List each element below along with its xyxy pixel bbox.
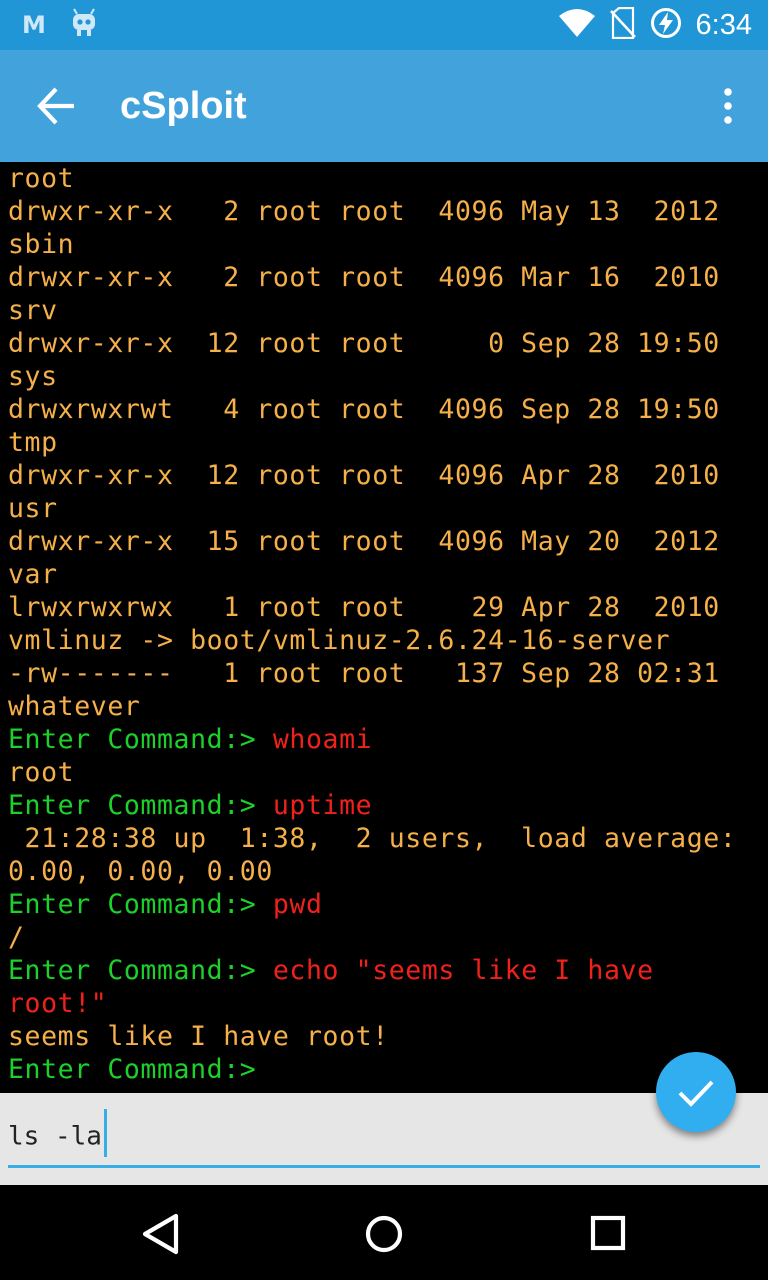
command-input-bar: ls -la — [0, 1093, 768, 1185]
command-output: sbin — [8, 229, 75, 260]
terminal-line: lrwxrwxrwx 1 root root 29 Apr 28 2010 — [8, 591, 768, 624]
terminal-line: root — [8, 756, 768, 789]
terminal-line: Enter Command:> pwd — [8, 888, 768, 921]
terminal-line: sys — [8, 360, 768, 393]
terminal-line: 0.00, 0.00, 0.00 — [8, 855, 768, 888]
terminal-line: / — [8, 921, 768, 954]
execute-button[interactable] — [656, 1052, 736, 1132]
check-icon — [678, 1080, 714, 1107]
terminal-line: 21:28:38 up 1:38, 2 users, load average: — [8, 822, 768, 855]
terminal-line: drwxr-xr-x 15 root root 4096 May 20 2012 — [8, 525, 768, 558]
terminal-line: drwxr-xr-x 2 root root 4096 Mar 16 2010 — [8, 261, 768, 294]
status-left-icons: M — [22, 8, 98, 42]
gmail-icon: M — [22, 11, 46, 39]
command-output: usr — [8, 493, 58, 524]
command-output: sys — [8, 361, 58, 392]
terminal-line: sbin — [8, 228, 768, 261]
command-output: drwxr-xr-x 15 root root 4096 May 20 2012 — [8, 526, 720, 557]
terminal-line: drwxr-xr-x 12 root root 0 Sep 28 19:50 — [8, 327, 768, 360]
command-output: 21:28:38 up 1:38, 2 users, load average: — [8, 823, 737, 854]
terminal-line: srv — [8, 294, 768, 327]
no-sim-icon — [609, 6, 636, 43]
battery-charging-icon — [650, 7, 682, 43]
clock: 6:34 — [695, 8, 752, 41]
command-output: srv — [8, 295, 58, 326]
command-input[interactable]: ls -la — [8, 1109, 107, 1161]
entered-command: pwd — [272, 889, 323, 920]
entered-command: root!" — [8, 988, 108, 1019]
home-circle-icon[interactable] — [359, 1209, 409, 1259]
input-underline — [8, 1165, 760, 1168]
terminal-line: root!" — [8, 987, 768, 1020]
terminal-line: Enter Command:> — [8, 1053, 768, 1086]
terminal-line: whatever — [8, 690, 768, 723]
entered-command: whoami — [272, 724, 373, 755]
command-output: whatever — [8, 691, 141, 722]
status-bar: M 6:34 — [0, 0, 768, 50]
command-prompt: Enter Command:> — [8, 724, 273, 755]
terminal-line: tmp — [8, 426, 768, 459]
command-output: 0.00, 0.00, 0.00 — [8, 856, 273, 887]
terminal-line: Enter Command:> whoami — [8, 723, 768, 756]
command-output: tmp — [8, 427, 58, 458]
entered-command: echo "seems like I have — [272, 955, 654, 986]
cyanogen-bot-icon — [70, 8, 98, 42]
command-prompt: Enter Command:> — [8, 790, 273, 821]
terminal-line: drwxr-xr-x 12 root root 4096 Apr 28 2010 — [8, 459, 768, 492]
command-output: root — [8, 757, 75, 788]
command-output: / — [8, 922, 25, 953]
command-output: drwxr-xr-x 12 root root 0 Sep 28 19:50 — [8, 328, 720, 359]
command-prompt: Enter Command:> — [8, 955, 273, 986]
overflow-menu-icon[interactable] — [716, 86, 740, 126]
terminal-line: Enter Command:> echo "seems like I have — [8, 954, 768, 987]
terminal-line: vmlinuz -> boot/vmlinuz-2.6.24-16-server — [8, 624, 768, 657]
command-output: drwxr-xr-x 2 root root 4096 Mar 16 2010 — [8, 262, 720, 293]
status-right-icons: 6:34 — [558, 6, 752, 43]
command-output: lrwxrwxrwx 1 root root 29 Apr 28 2010 — [8, 592, 720, 623]
command-output: root — [8, 163, 75, 194]
text-caret — [103, 1109, 107, 1157]
back-arrow-icon[interactable] — [36, 84, 80, 128]
command-output: seems like I have root! — [8, 1021, 389, 1052]
app-title: cSploit — [120, 85, 247, 127]
terminal-lines: root drwxr-xr-x 2 root root 4096 May 13 2… — [0, 162, 768, 1086]
terminal-line: root — [8, 162, 768, 195]
wifi-icon — [558, 8, 596, 42]
command-output: -rw------- 1 root root 137 Sep 28 02:31 — [8, 658, 720, 689]
recents-square-icon[interactable] — [583, 1209, 633, 1259]
terminal-line: seems like I have root! — [8, 1020, 768, 1053]
terminal-output[interactable]: root drwxr-xr-x 2 root root 4096 May 13 2… — [0, 162, 768, 1093]
command-prompt: Enter Command:> — [8, 1054, 273, 1085]
terminal-line: var — [8, 558, 768, 591]
command-output: drwxr-xr-x 12 root root 4096 Apr 28 2010 — [8, 460, 720, 491]
terminal-line: -rw------- 1 root root 137 Sep 28 02:31 — [8, 657, 768, 690]
terminal-line: Enter Command:> uptime — [8, 789, 768, 822]
command-prompt: Enter Command:> — [8, 889, 273, 920]
terminal-line: usr — [8, 492, 768, 525]
back-triangle-icon[interactable] — [135, 1209, 185, 1259]
terminal-line: drwxr-xr-x 2 root root 4096 May 13 2012 — [8, 195, 768, 228]
command-output: vmlinuz -> boot/vmlinuz-2.6.24-16-server — [8, 625, 671, 656]
terminal-line: drwxrwxrwt 4 root root 4096 Sep 28 19:50 — [8, 393, 768, 426]
command-output: drwxrwxrwt 4 root root 4096 Sep 28 19:50 — [8, 394, 720, 425]
command-input-value: ls -la — [8, 1121, 102, 1152]
app-bar: cSploit — [0, 50, 768, 162]
entered-command: uptime — [272, 790, 373, 821]
command-output: drwxr-xr-x 2 root root 4096 May 13 2012 — [8, 196, 720, 227]
navigation-bar — [0, 1185, 768, 1280]
command-output: var — [8, 559, 58, 590]
